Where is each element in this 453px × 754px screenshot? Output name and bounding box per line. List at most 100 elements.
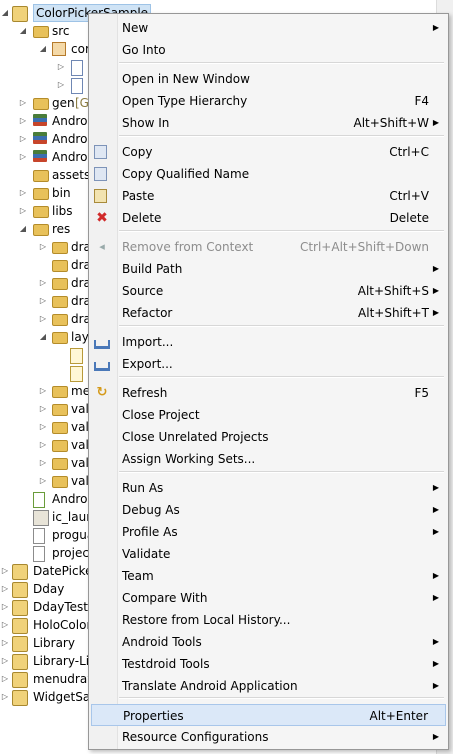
tree-item[interactable]: ▷ menudraw [0,670,97,688]
tree-item[interactable]: ▷ val [0,418,89,436]
tree-item[interactable]: ▷ DatePicke [0,562,93,580]
tree-item[interactable]: ▷ dra [0,238,91,256]
menu-item-translate-android-application[interactable]: Translate Android Application ▶ [91,675,446,697]
tree-item[interactable]: ▷ [0,76,88,94]
collapsed-arrow-icon[interactable]: ▷ [38,292,48,310]
menu-item-new[interactable]: New ▶ [91,17,446,39]
collapsed-arrow-icon[interactable]: ▷ [38,472,48,490]
expanded-arrow-icon[interactable]: ◢ [38,328,48,346]
tree-item[interactable] [0,346,88,364]
tree-item[interactable]: project [0,544,94,562]
collapsed-arrow-icon[interactable]: ▷ [56,76,66,94]
tree-item[interactable]: ◢ColorPickerSample [0,4,152,22]
tree-item[interactable]: ◢ cor [0,40,90,58]
tree-item[interactable]: ▷ [0,58,88,76]
collapsed-arrow-icon[interactable]: ▷ [0,580,10,598]
collapsed-arrow-icon[interactable]: ▷ [18,112,28,130]
menu-item-compare-with[interactable]: Compare With ▶ [91,587,446,609]
collapsed-arrow-icon[interactable]: ▷ [38,418,48,436]
menu-item-copy-qualified-name[interactable]: Copy Qualified Name [91,163,446,185]
tree-item[interactable]: ▷ libs [0,202,88,220]
expanded-arrow-icon[interactable]: ◢ [38,40,48,58]
tree-item[interactable]: ▷ Androi [0,112,91,130]
menu-item-build-path[interactable]: Build Path ▶ [91,258,446,280]
collapsed-arrow-icon[interactable]: ▷ [56,58,66,76]
collapsed-arrow-icon[interactable]: ▷ [0,688,10,706]
tree-item[interactable]: ▷ bin [0,184,88,202]
collapsed-arrow-icon[interactable]: ▷ [0,598,10,616]
tree-item[interactable]: ▷ Androi [0,130,91,148]
expanded-arrow-icon[interactable]: ◢ [18,22,28,40]
tree-item[interactable]: ▷ val [0,400,89,418]
menu-item-restore-from-local-history[interactable]: Restore from Local History... [91,609,446,631]
collapsed-arrow-icon[interactable]: ▷ [18,94,28,112]
menu-item-go-into[interactable]: Go Into [91,39,446,61]
collapsed-arrow-icon[interactable]: ▷ [38,238,48,256]
tree-item[interactable]: ▷ gen [G [0,94,89,112]
tree-item[interactable]: ▷ HoloColor [0,616,91,634]
menu-item-refresh[interactable]: ↻ Refresh F5 [91,382,446,404]
tree-item[interactable]: ▷ Dday [0,580,88,598]
tree-item[interactable]: ◢ lay [0,328,89,346]
tree-item[interactable] [0,364,88,382]
menu-item-refactor[interactable]: Refactor Alt+Shift+T ▶ [91,302,446,324]
tree-item[interactable]: Androi [0,490,91,508]
collapsed-arrow-icon[interactable]: ▷ [0,616,10,634]
menu-item-debug-as[interactable]: Debug As ▶ [91,499,446,521]
collapsed-arrow-icon[interactable]: ▷ [38,454,48,472]
menu-item-delete[interactable]: ✖ Delete Delete [91,207,446,229]
menu-item-team[interactable]: Team ▶ [91,565,446,587]
collapsed-arrow-icon[interactable]: ▷ [38,400,48,418]
collapsed-arrow-icon[interactable]: ▷ [0,670,10,688]
menu-item-run-as[interactable]: Run As ▶ [91,477,446,499]
collapsed-arrow-icon[interactable]: ▷ [0,652,10,670]
tree-item[interactable]: ▷ val [0,454,89,472]
tree-item[interactable]: ◢ src [0,22,88,40]
tree-item[interactable]: ▷ Library-Lis [0,652,95,670]
tree-item[interactable]: ▷ Androi [0,148,91,166]
tree-item[interactable]: ▷ val [0,436,89,454]
menu-item-open-in-new-window[interactable]: Open in New Window [91,68,446,90]
expanded-arrow-icon[interactable]: ◢ [0,4,10,22]
tree-item[interactable]: ◢ res [0,220,88,238]
tree-item[interactable]: assets [0,166,90,184]
menu-item-android-tools[interactable]: Android Tools ▶ [91,631,446,653]
menu-item-import[interactable]: Import... [91,331,446,353]
menu-item-testdroid-tools[interactable]: Testdroid Tools ▶ [91,653,446,675]
menu-item-copy[interactable]: Copy Ctrl+C [91,141,446,163]
collapsed-arrow-icon[interactable]: ▷ [18,184,28,202]
tree-item[interactable]: ic_laur [0,508,91,526]
menu-item-assign-working-sets[interactable]: Assign Working Sets... [91,448,446,470]
menu-item-source[interactable]: Source Alt+Shift+S ▶ [91,280,446,302]
menu-item-paste[interactable]: Paste Ctrl+V [91,185,446,207]
collapsed-arrow-icon[interactable]: ▷ [38,382,48,400]
tree-item[interactable]: ▷ val [0,472,89,490]
menu-item-open-type-hierarchy[interactable]: Open Type Hierarchy F4 [91,90,446,112]
collapsed-arrow-icon[interactable]: ▷ [0,634,10,652]
menu-item-profile-as[interactable]: Profile As ▶ [91,521,446,543]
collapsed-arrow-icon[interactable]: ▷ [18,130,28,148]
expanded-arrow-icon[interactable]: ◢ [18,220,28,238]
tree-item[interactable]: ▷ me [0,382,90,400]
menu-item-properties[interactable]: Properties Alt+Enter [91,704,446,726]
menu-item-validate[interactable]: Validate [91,543,446,565]
tree-item[interactable]: ▷ dra [0,292,91,310]
tree-item[interactable]: progua [0,526,94,544]
menu-item-close-project[interactable]: Close Project [91,404,446,426]
collapsed-arrow-icon[interactable]: ▷ [0,562,10,580]
menu-item-show-in[interactable]: Show In Alt+Shift+W ▶ [91,112,446,134]
collapsed-arrow-icon[interactable]: ▷ [38,436,48,454]
collapsed-arrow-icon[interactable]: ▷ [18,148,28,166]
tree-item[interactable]: dra [0,256,91,274]
menu-item-resource-configurations[interactable]: Resource Configurations ▶ [91,726,446,748]
tree-item[interactable]: ▷ WidgetSar [0,688,95,706]
tree-item[interactable]: ▷ dra [0,310,91,328]
collapsed-arrow-icon[interactable]: ▷ [18,202,28,220]
collapsed-arrow-icon[interactable]: ▷ [38,274,48,292]
tree-item[interactable]: ▷ DdayTest [0,598,88,616]
collapsed-arrow-icon[interactable]: ▷ [38,310,48,328]
menu-item-export[interactable]: Export... [91,353,446,375]
tree-item[interactable]: ▷ dra [0,274,91,292]
tree-item[interactable]: ▷ Library [0,634,88,652]
menu-item-close-unrelated-projects[interactable]: Close Unrelated Projects [91,426,446,448]
